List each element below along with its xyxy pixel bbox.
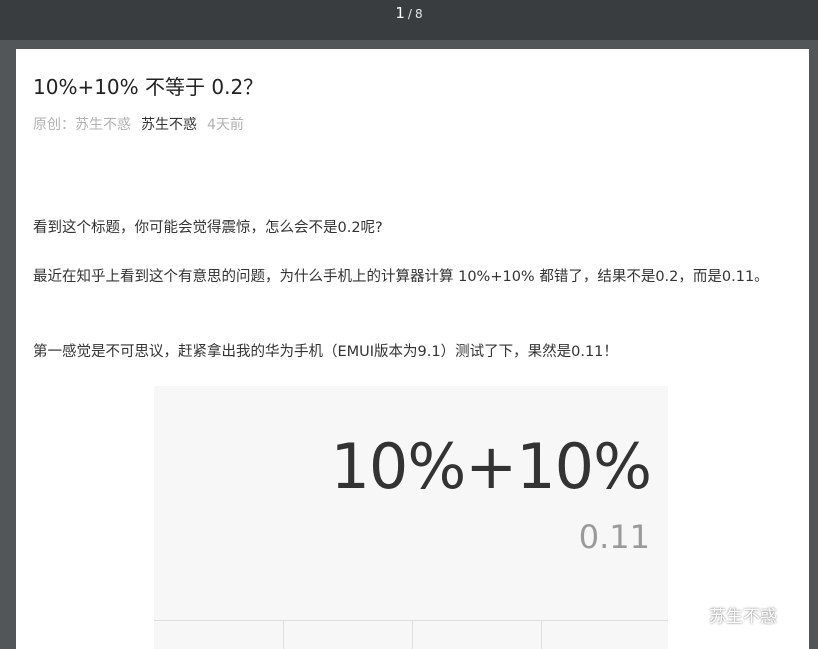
document-viewport[interactable]: 10%+10% 不等于 0.2？ 原创：苏生不惑 苏生不惑 4天前 看到这个标题，你… (0, 40, 818, 649)
page-separator: / (407, 7, 412, 21)
article-meta: 原创：苏生不惑 苏生不惑 4天前 (33, 114, 244, 134)
document-page: 10%+10% 不等于 0.2？ 原创：苏生不惑 苏生不惑 4天前 看到这个标题，你… (16, 49, 809, 649)
current-page-number[interactable]: 1 (395, 4, 405, 22)
page-counter: 1/8 (0, 3, 818, 22)
paragraph: 第一感觉是不可思议，赶紧拿出我的华为手机（EMUI版本为9.1）测试了下，果然是… (33, 344, 618, 360)
calculator-expression: 10%+10% (330, 430, 652, 503)
calculator-key (283, 621, 413, 649)
calculator-result: 0.11 (578, 518, 650, 556)
watermark-text: 苏生不惑 (709, 606, 777, 627)
publish-time: 4天前 (207, 117, 244, 133)
paragraph: 看到这个标题，你可能会觉得震惊，怎么会不是0.2呢? (33, 220, 383, 236)
calculator-keypad (154, 620, 668, 649)
viewer-toolbar: 1/8 (0, 0, 818, 40)
wechat-icon (673, 603, 702, 625)
calculator-key (541, 621, 668, 649)
paragraph: 最近在知乎上看到这个有意思的问题，为什么手机上的计算器计算 10%+10% 都错… (33, 269, 769, 285)
calculator-key (154, 621, 283, 649)
watermark: 苏生不惑 (673, 600, 777, 628)
total-pages: 8 (414, 7, 423, 21)
calculator-screenshot: 10%+10% 0.11 (154, 386, 668, 649)
article-title: 10%+10% 不等于 0.2？ (33, 75, 264, 99)
calculator-key (412, 621, 542, 649)
author-link[interactable]: 苏生不惑 (141, 117, 197, 133)
original-label: 原创：苏生不惑 (33, 117, 131, 133)
